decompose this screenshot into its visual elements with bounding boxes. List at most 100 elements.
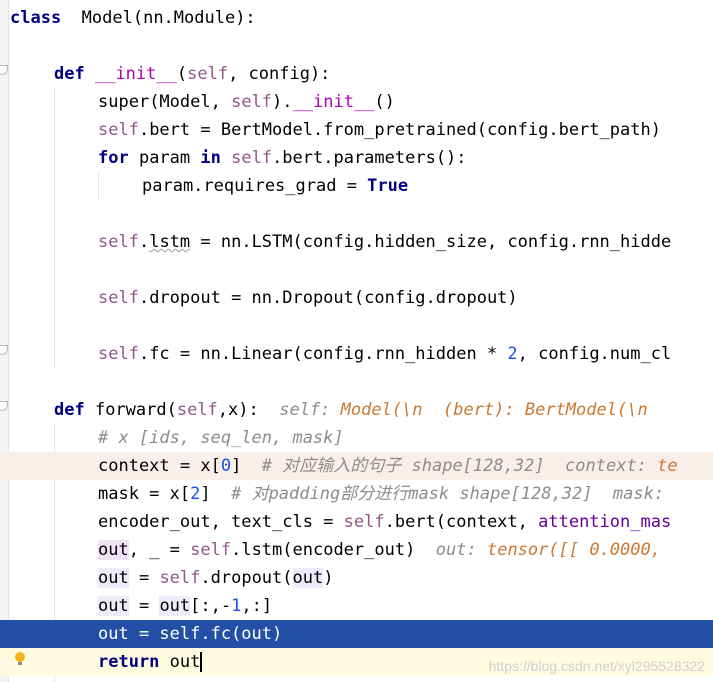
code-line[interactable] (0, 256, 713, 284)
code-line[interactable]: context = x[0] # 对应输入的句子 shape[128,32] c… (0, 452, 713, 480)
code-token: self (343, 512, 385, 532)
code-token: 1 (231, 596, 242, 616)
code-token: out: (435, 540, 487, 560)
code-token: # x [ids, seq_len, mask] (98, 428, 344, 448)
code-token: .bert.parameters(): (272, 148, 467, 168)
code-token: self (231, 92, 273, 112)
code-token: context: (565, 456, 658, 476)
code-token: te (657, 456, 678, 476)
code-token: forward( (84, 400, 177, 420)
code-token: (Model, (149, 92, 232, 112)
code-line[interactable] (0, 368, 713, 396)
code-line[interactable]: out = self.dropout(out) (0, 564, 713, 592)
code-token: 2 (507, 344, 518, 364)
code-token: encoder_out, text_cls = (98, 512, 344, 532)
code-token: self (159, 568, 201, 588)
code-line[interactable] (0, 32, 713, 60)
code-token: out (98, 540, 129, 560)
code-token: = (128, 568, 160, 588)
code-token: ] (231, 456, 262, 476)
code-token: ] (200, 484, 232, 504)
code-token: .dropout = nn.Dropout(config.dropout) (138, 288, 518, 308)
code-token: attention_mas (538, 512, 672, 532)
code-line[interactable]: mask = x[2] # 对padding部分进行mask shape[128… (0, 480, 713, 508)
code-token: def (54, 400, 85, 420)
code-token: , config): (228, 64, 331, 84)
code-token: Model(\n (bert): BertModel(\n (340, 400, 648, 420)
code-token: 0 (220, 456, 232, 476)
code-token: () (374, 92, 395, 112)
lightbulb-icon[interactable] (15, 652, 25, 665)
code-line[interactable]: param.requires_grad = True (0, 172, 713, 200)
code-token: class (10, 8, 62, 28)
code-token: = (128, 596, 160, 616)
code-token: in (200, 148, 221, 168)
text-cursor (200, 652, 203, 672)
code-token: # 对应输入的句子 shape[128,32] (261, 456, 566, 476)
code-token: super (98, 92, 150, 112)
code-line[interactable]: self.lstm = nn.LSTM(config.hidden_size, … (0, 228, 713, 256)
code-token: out (169, 652, 201, 672)
code-token: .fc = nn.Linear(config.rnn_hidden * (138, 344, 508, 364)
code-token: out = self.fc(out) (98, 624, 283, 644)
code-token: self (98, 120, 139, 140)
code-line[interactable]: out, _ = self.lstm(encoder_out) out: ten… (0, 536, 713, 564)
code-line[interactable]: self.bert = BertModel.from_pretrained(co… (0, 116, 713, 144)
code-token: self (98, 344, 139, 364)
code-token: ( (176, 64, 188, 84)
code-line[interactable]: out = out[:,-1,:] (0, 592, 713, 620)
code-line[interactable]: super(Model, self).__init__() (0, 88, 713, 116)
code-token: Model(nn.Module): (81, 8, 256, 28)
code-line[interactable]: # x [ids, seq_len, mask] (0, 424, 713, 452)
code-line[interactable] (0, 312, 713, 340)
code-line[interactable]: def forward(self,x): self: Model(\n (ber… (0, 396, 713, 424)
code-token: # 对padding部分进行mask shape[128,32] (231, 484, 613, 504)
code-token: , _ = (128, 540, 191, 560)
code-token: tensor([[ 0.0000, (486, 540, 661, 560)
code-token: def (54, 64, 85, 84)
code-token: self: (279, 400, 341, 420)
code-token: .lstm(encoder_out) (231, 540, 436, 560)
code-line[interactable]: self.fc = nn.Linear(config.rnn_hidden * … (0, 340, 713, 368)
code-token: ). (272, 92, 293, 112)
code-token: ) (323, 568, 334, 588)
code-token: param.requires_grad = (142, 176, 368, 196)
code-token: True (367, 176, 409, 196)
code-token: param (128, 148, 201, 168)
code-token: self (190, 540, 232, 560)
code-token: out (98, 596, 129, 616)
code-token: = nn.LSTM(config.hidden_size, config.rnn… (190, 232, 672, 252)
code-line[interactable]: class Model(nn.Module): (0, 4, 713, 32)
code-token: self (231, 148, 273, 168)
code-token: .dropout( (200, 568, 293, 588)
code-token: , config.num_cl (517, 344, 672, 364)
code-token: out (98, 568, 129, 588)
code-token: self (176, 400, 218, 420)
code-line[interactable] (0, 200, 713, 228)
code-token: out (159, 596, 191, 616)
code-token: __init__ (94, 64, 177, 84)
code-token: context = x[ (98, 456, 221, 476)
code-token: return (98, 652, 160, 672)
code-line[interactable]: out = self.fc(out) (0, 620, 713, 648)
code-token: mask = x[ (98, 484, 191, 504)
code-token: ,x): (217, 400, 280, 420)
code-token: lstm (149, 232, 191, 252)
code-line[interactable]: for param in self.bert.parameters(): (0, 144, 713, 172)
code-token: self (187, 64, 229, 84)
code-line[interactable]: def __init__(self, config): (0, 60, 713, 88)
code-token: self (98, 288, 139, 308)
code-token: 2 (190, 484, 201, 504)
code-line[interactable]: encoder_out, text_cls = self.bert(contex… (0, 508, 713, 536)
code-token: __init__ (292, 92, 375, 112)
code-token: . (138, 232, 150, 252)
code-token: self (98, 232, 139, 252)
code-line[interactable]: self.dropout = nn.Dropout(config.dropout… (0, 284, 713, 312)
watermark: https://blog.csdn.net/xyl295528322 (488, 658, 705, 674)
code-token: .bert(context, (384, 512, 539, 532)
code-token: mask: (612, 484, 675, 504)
code-token: ,:] (241, 596, 273, 616)
